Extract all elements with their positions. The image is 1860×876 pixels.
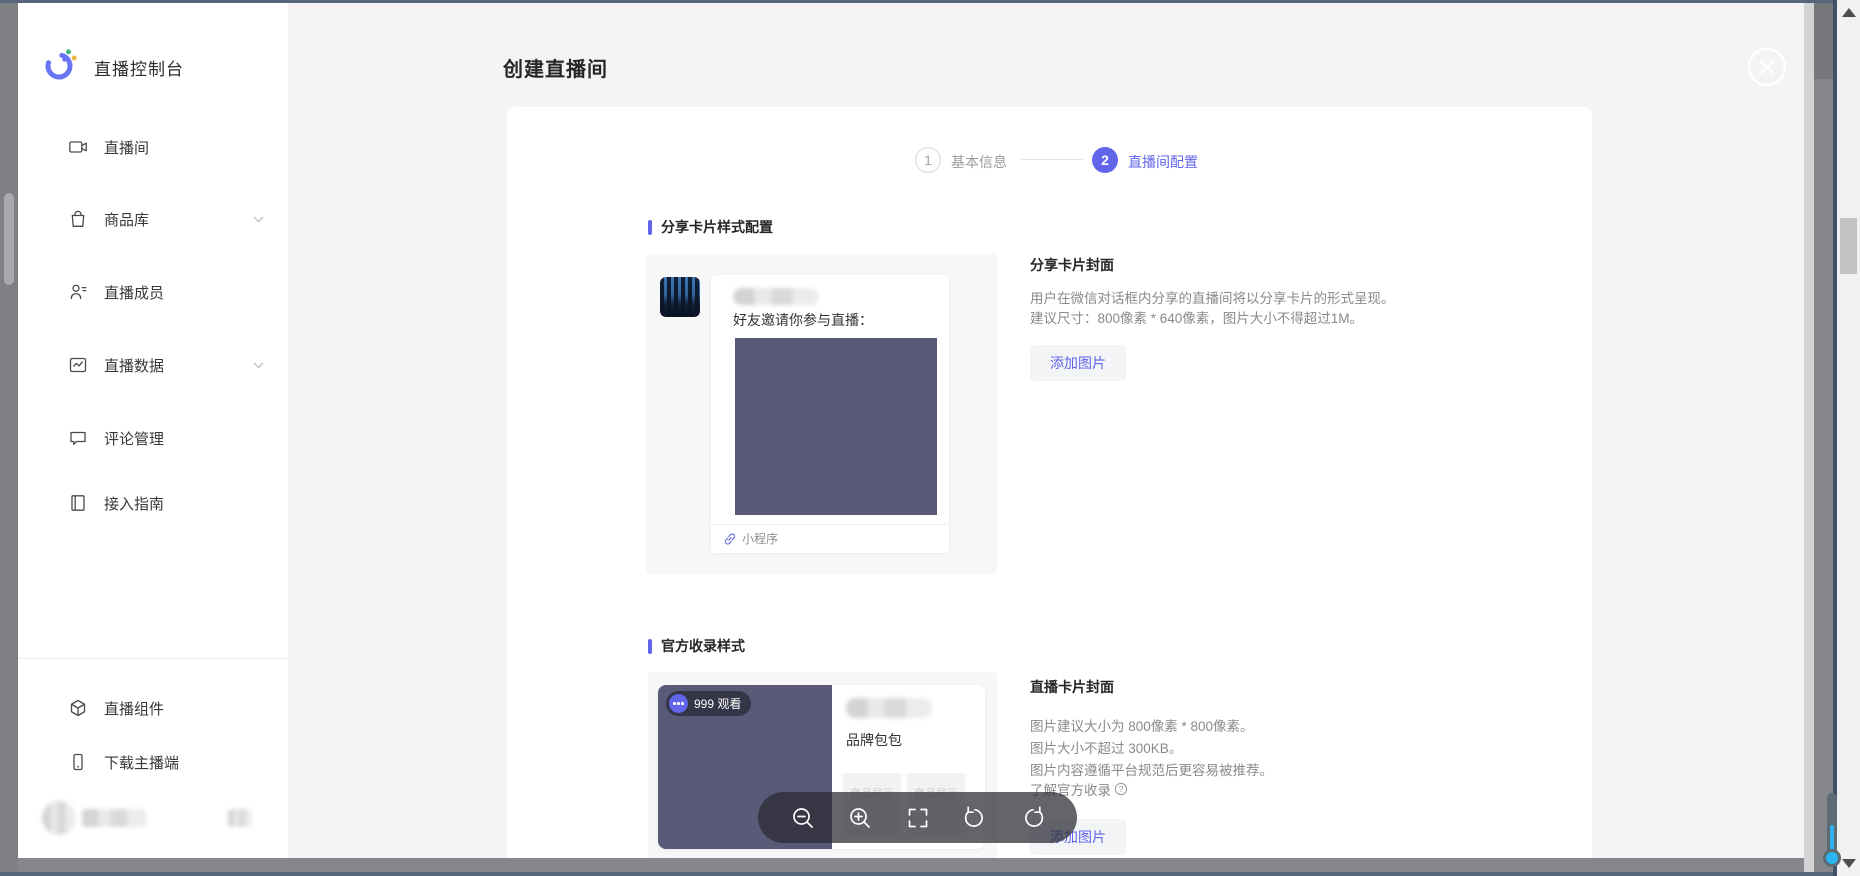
share-cover-placeholder [735, 338, 937, 515]
members-icon [68, 282, 88, 302]
share-chat-card: 好友邀请你参与直播： 小程序 [711, 275, 949, 553]
help-circle-icon: ? [1114, 782, 1128, 796]
scroll-up-arrow-icon[interactable] [1842, 8, 1856, 17]
heading-accent-bar [648, 639, 652, 654]
svg-text:?: ? [1119, 784, 1124, 794]
sidebar-item-label: 直播数据 [104, 355, 164, 376]
mini-program-label: 小程序 [742, 530, 778, 547]
sidebar-item-label: 直播成员 [104, 282, 164, 303]
live-cover-desc-1: 图片建议大小为 800像素 * 800像素。 [1030, 715, 1254, 735]
phone-icon [68, 752, 88, 772]
sidebar-item-label: 直播间 [104, 137, 149, 158]
share-cover-desc-1: 用户在微信对话框内分享的直播间将以分享卡片的形式呈现。 [1030, 287, 1395, 307]
sidebar-divider [18, 658, 288, 659]
mini-program-footer: 小程序 [723, 530, 778, 547]
card-divider [711, 524, 949, 525]
add-image-button-share[interactable]: 添加图片 [1030, 345, 1126, 381]
sidebar-item-guide[interactable]: 接入指南 [68, 489, 264, 517]
bottom-scroll-gutter [18, 858, 1810, 872]
sidebar-item-data[interactable]: 直播数据 [68, 351, 264, 379]
sidebar-item-live-room[interactable]: 直播间 [68, 133, 264, 161]
step-1-label: 基本信息 [951, 152, 1007, 172]
scroll-down-arrow-icon[interactable] [1842, 859, 1856, 868]
step-1-number: 1 [924, 152, 932, 168]
live-title: 品牌包包 [846, 730, 902, 750]
zoom-out-icon[interactable] [790, 805, 816, 831]
browser-scrollbar [1837, 0, 1860, 876]
step-2-label: 直播间配置 [1128, 152, 1198, 172]
window-top-border [0, 0, 1837, 3]
video-camera-icon [68, 137, 88, 157]
heading-accent-bar [648, 220, 652, 235]
sidebar-item-label: 下载主播端 [104, 752, 179, 773]
viewers-count: 999 观看 [694, 695, 741, 712]
left-scroll-gutter [0, 3, 18, 872]
share-cover-desc-2: 建议尺寸：800像素 * 640像素，图片大小不得超过1M。 [1030, 307, 1363, 327]
chevron-down-icon [253, 216, 264, 223]
sidebar-item-label: 直播组件 [104, 698, 164, 719]
inner-scrollbar-track [1804, 3, 1814, 872]
sidebar-item-download-app[interactable]: 下载主播端 [68, 748, 264, 776]
data-chart-icon [68, 355, 88, 375]
sidebar-item-members[interactable]: 直播成员 [68, 278, 264, 306]
live-dots-icon [669, 694, 688, 713]
cube-icon [68, 698, 88, 718]
sidebar-item-components[interactable]: 直播组件 [68, 694, 264, 722]
user-account-row[interactable] [18, 797, 288, 841]
browser-scrollbar-thumb[interactable] [1840, 218, 1857, 274]
sidebar-item-goods[interactable]: 商品库 [68, 205, 264, 233]
share-card-preview-panel: 好友邀请你参与直播： 小程序 [646, 254, 997, 574]
sender-avatar-image [660, 277, 700, 317]
shopping-bag-icon [68, 209, 88, 229]
shop-name-redacted [846, 698, 932, 718]
live-console-logo [43, 47, 79, 83]
section-heading-share-card: 分享卡片样式配置 [648, 217, 773, 237]
invite-text: 好友邀请你参与直播： [733, 310, 873, 330]
step-2-circle: 2 [1092, 147, 1118, 173]
scroll-position-indicator [1823, 793, 1841, 876]
sidebar-item-label: 评论管理 [104, 428, 164, 449]
live-cover-desc-3: 图片内容遵循平台规范后更容易被推荐。 [1030, 759, 1273, 779]
sidebar-item-label: 商品库 [104, 209, 149, 230]
section-heading-official: 官方收录样式 [648, 636, 745, 656]
user-name-redacted [82, 809, 146, 827]
viewers-badge: 999 观看 [666, 691, 751, 716]
sidebar-item-comments[interactable]: 评论管理 [68, 424, 264, 452]
live-cover-title: 直播卡片封面 [1030, 677, 1114, 697]
rotate-right-icon[interactable] [1020, 805, 1046, 831]
step-connector [1021, 159, 1083, 160]
live-cover-desc-2: 图片大小不超过 300KB。 [1030, 737, 1182, 757]
share-cover-title: 分享卡片封面 [1030, 255, 1114, 275]
user-extra-redacted [228, 809, 252, 827]
link-icon [723, 532, 737, 546]
user-avatar [42, 801, 76, 835]
main-content: 创建直播间 1 基本信息 2 直播间配置 分享卡片样式配 [288, 3, 1804, 858]
comment-icon [68, 428, 88, 448]
step-2-number: 2 [1101, 152, 1109, 168]
fullscreen-icon[interactable] [905, 805, 931, 831]
close-icon[interactable] [1747, 47, 1787, 87]
zoom-in-icon[interactable] [847, 805, 873, 831]
sender-name-redacted [733, 288, 819, 305]
inner-scrollbar-thumb[interactable] [1814, 3, 1833, 79]
screen: 直播控制台 直播间 商品库 直播成员 [0, 0, 1860, 876]
create-live-room-dialog: 1 基本信息 2 直播间配置 分享卡片样式配置 [507, 107, 1592, 858]
page-title: 创建直播间 [503, 53, 608, 82]
guide-book-icon [68, 493, 88, 513]
inner-scrollbar [1814, 3, 1833, 872]
sidebar: 直播控制台 直播间 商品库 直播成员 [18, 3, 288, 858]
sidebar-item-label: 接入指南 [104, 493, 164, 514]
app-title: 直播控制台 [94, 55, 184, 80]
left-scroll-thumb[interactable] [4, 193, 14, 285]
window-bottom-border [0, 872, 1837, 876]
rotate-left-icon[interactable] [962, 805, 988, 831]
app-window: 直播控制台 直播间 商品库 直播成员 [18, 3, 1804, 858]
step-1-circle: 1 [915, 147, 941, 173]
indicator-ball [1823, 849, 1841, 867]
image-viewer-toolbar [758, 792, 1077, 843]
chevron-down-icon [253, 362, 264, 369]
